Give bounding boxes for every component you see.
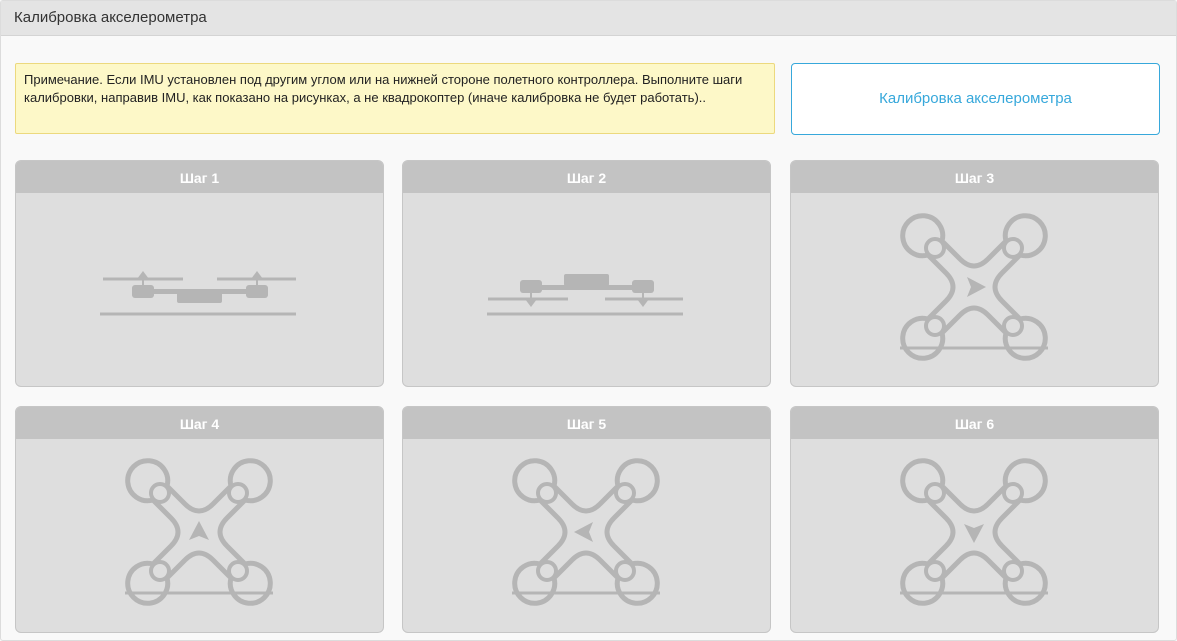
step-image — [16, 439, 383, 632]
step-image — [791, 193, 1158, 386]
step-image — [16, 193, 383, 386]
step-image — [403, 193, 770, 386]
step-title: Шаг 3 — [791, 161, 1158, 193]
step-card-2: Шаг 2 — [402, 160, 771, 387]
step-card-3: Шаг 3 — [790, 160, 1159, 387]
drone-top-arrow-right-icon — [900, 213, 1048, 361]
step-card-1: Шаг 1 — [15, 160, 384, 387]
step-card-4: Шаг 4 — [15, 406, 384, 633]
drone-side-props-down-icon — [487, 274, 683, 316]
step-title: Шаг 1 — [16, 161, 383, 193]
step-image — [403, 439, 770, 632]
step-card-6: Шаг 6 — [790, 406, 1159, 633]
step-title: Шаг 4 — [16, 407, 383, 439]
step-title: Шаг 2 — [403, 161, 770, 193]
drone-side-props-up-icon — [100, 271, 296, 316]
calibrate-accelerometer-button[interactable]: Калибровка акселерометра — [791, 63, 1160, 135]
drone-top-arrow-up-icon — [125, 458, 273, 606]
calibration-note: Примечание. Если IMU установлен под друг… — [15, 63, 775, 134]
panel-title: Калибровка акселерометра — [1, 1, 1176, 36]
drone-top-arrow-left-icon — [512, 458, 660, 606]
step-image — [791, 439, 1158, 632]
step-title: Шаг 5 — [403, 407, 770, 439]
accelerometer-calibration-panel: Калибровка акселерометра Примечание. Есл… — [0, 0, 1177, 641]
drone-top-arrow-down-icon — [900, 458, 1048, 606]
step-card-5: Шаг 5 — [402, 406, 771, 633]
step-title: Шаг 6 — [791, 407, 1158, 439]
